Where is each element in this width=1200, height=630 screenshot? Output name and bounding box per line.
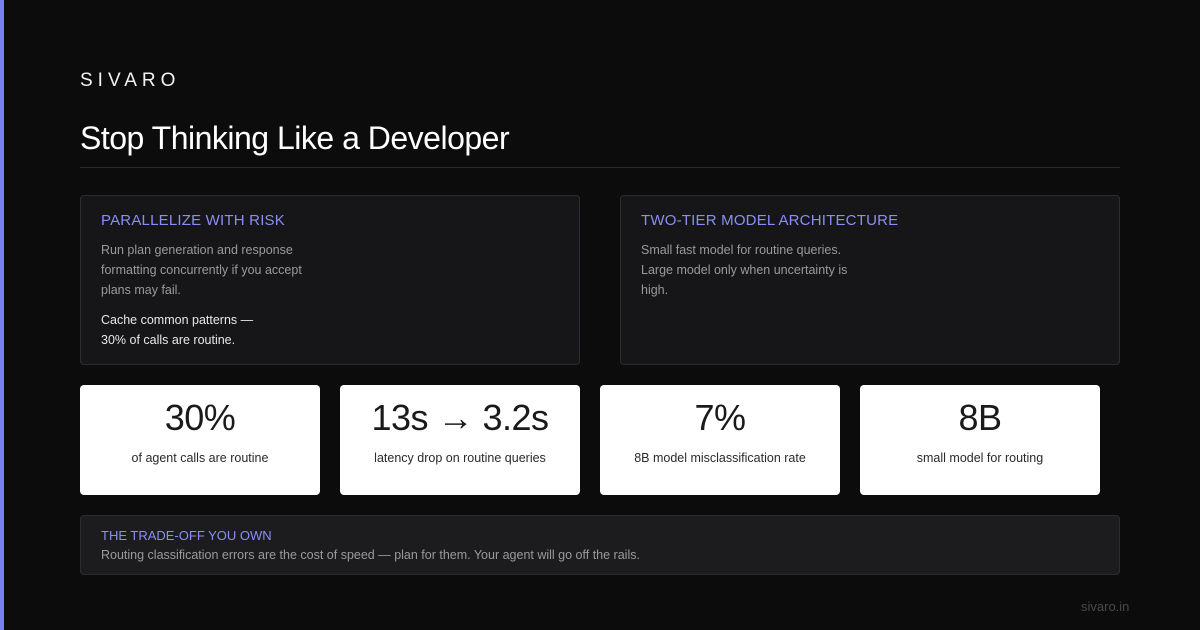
stat-label: latency drop on routine queries [374, 451, 546, 465]
card-text: Run plan generation and response formatt… [101, 243, 302, 297]
stat-value: 7% [694, 397, 746, 438]
card-heading: TWO-TIER MODEL ARCHITECTURE [641, 212, 899, 229]
page-title: Stop Thinking Like a Developer [80, 120, 510, 156]
stat-label: small model for routing [916, 451, 1044, 465]
brand-logo: SIVARO [80, 70, 181, 91]
footer-url: sivaro.in [1081, 599, 1130, 614]
card-heading: PARALLELIZE WITH RISK [101, 212, 285, 229]
note-heading: THE TRADE-OFF YOU OWN [101, 528, 272, 543]
note-text: Routing classification errors are the co… [101, 548, 640, 562]
stat-value: 30% [164, 397, 236, 438]
stat-label: of agent calls are routine [131, 451, 269, 465]
stat-card: 30% of agent calls are routine [80, 385, 320, 495]
accent-bar [0, 0, 4, 630]
card-parallelize: PARALLELIZE WITH RISK Run plan generatio… [80, 195, 580, 365]
stat-card: 13s → 3.2s latency drop on routine queri… [340, 385, 580, 495]
card-emphasis: Cache common patterns — 30% of calls are… [101, 313, 254, 347]
card-two-tier: TWO-TIER MODEL ARCHITECTURE Small fast m… [620, 195, 1120, 365]
stat-card: 7% 8B model misclassification rate [600, 385, 840, 495]
stat-card: 8B small model for routing [860, 385, 1100, 495]
slide: SIVARO Stop Thinking Like a Developer PA… [0, 0, 1200, 630]
stat-value: 13s → 3.2s [371, 397, 549, 438]
card-text: Small fast model for routine queries. La… [641, 243, 848, 297]
stat-value: 8B [958, 397, 1002, 438]
stat-label: 8B model misclassification rate [634, 451, 806, 465]
trade-off-note: THE TRADE-OFF YOU OWN Routing classifica… [80, 515, 1120, 575]
divider [80, 167, 1120, 168]
